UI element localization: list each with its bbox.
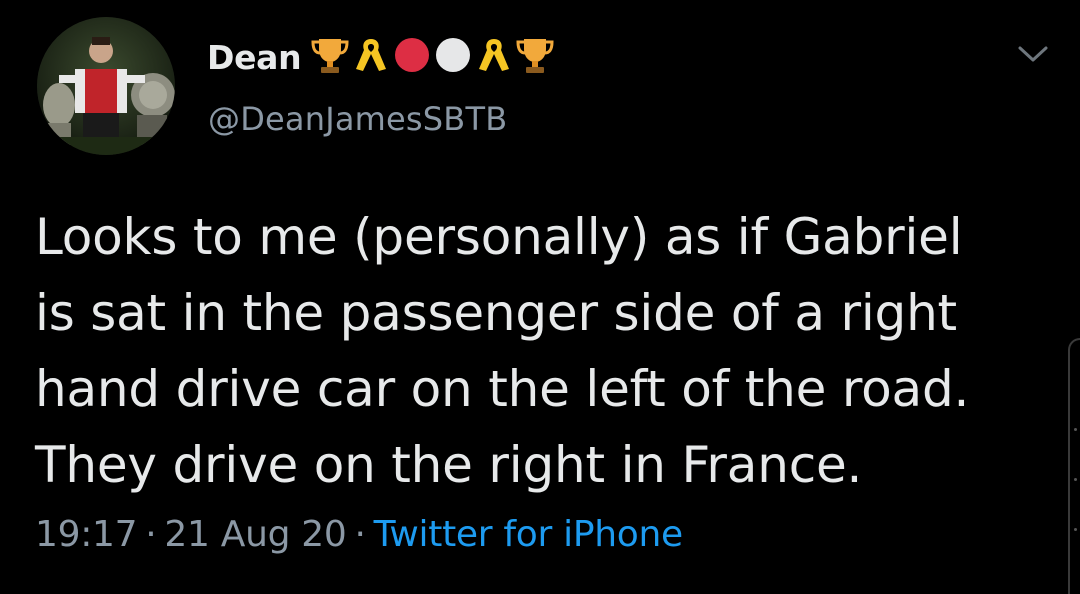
avatar-image xyxy=(37,17,175,155)
name-emojis xyxy=(311,35,554,79)
tweet-time: 19:17 xyxy=(35,514,138,555)
user-handle[interactable]: @DeanJamesSBTB xyxy=(208,100,507,138)
trophy-icon xyxy=(311,35,349,79)
scroll-marker xyxy=(1074,478,1077,481)
scroll-marker xyxy=(1074,428,1077,431)
meta-separator: · xyxy=(145,514,157,555)
tweet-text-line: They drive on the right in France. xyxy=(35,436,863,494)
white-circle-icon xyxy=(434,35,472,79)
tweet-text-line: hand drive car on the left of the road. xyxy=(35,360,970,418)
meta-separator: · xyxy=(354,514,366,555)
avatar[interactable] xyxy=(37,17,175,155)
tweet-text-line: Looks to me (personally) as if Gabriel xyxy=(35,208,963,266)
tweet: Dean @DeanJamesSBTB Looks to me (persona… xyxy=(0,0,1080,594)
tweet-date: 21 Aug 20 xyxy=(164,514,347,555)
chevron-down-icon[interactable] xyxy=(1016,42,1050,66)
display-name-row: Dean xyxy=(207,31,554,83)
tweet-meta: 19:17 · 21 Aug 20 · Twitter for iPhone xyxy=(35,514,683,555)
tweet-text: Looks to me (personally) as if Gabriel i… xyxy=(35,199,1045,503)
red-circle-icon xyxy=(393,35,431,79)
tweet-source-link[interactable]: Twitter for iPhone xyxy=(374,514,683,555)
scroll-marker xyxy=(1074,528,1077,531)
tweet-text-line: is sat in the passenger side of a right xyxy=(35,284,957,342)
yellow-ribbon-icon xyxy=(352,35,390,79)
scrollbar[interactable] xyxy=(1068,338,1080,594)
trophy-icon xyxy=(516,35,554,79)
display-name[interactable]: Dean xyxy=(207,38,302,77)
yellow-ribbon-icon xyxy=(475,35,513,79)
